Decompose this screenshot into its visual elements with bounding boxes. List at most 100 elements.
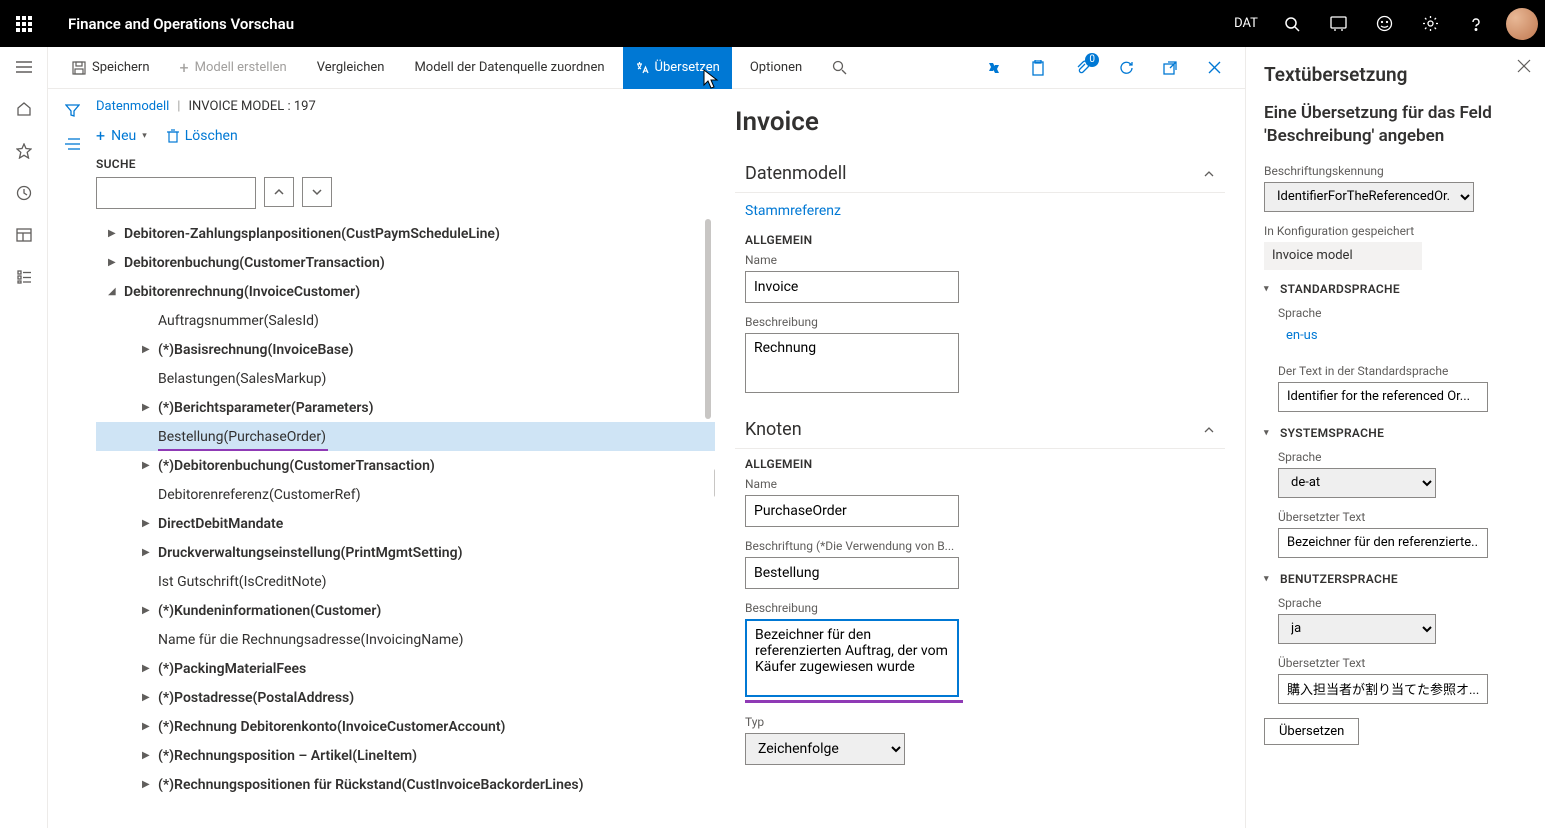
tree-node[interactable]: Bestellung(PurchaseOrder) (96, 422, 715, 451)
app-launcher-icon[interactable] (0, 0, 48, 47)
user-lang-select[interactable]: ja (1278, 614, 1436, 644)
search-next-button[interactable] (302, 177, 332, 207)
tree-node[interactable]: ▶(*)Rechnungsposition – Artikel(LineItem… (96, 741, 715, 770)
new-model-button[interactable]: +Modell erstellen (168, 47, 299, 89)
tree-node[interactable]: Belastungen(SalesMarkup) (96, 364, 715, 393)
attachments-icon[interactable]: 0 (1063, 47, 1101, 89)
section-node-header[interactable]: Knoten (735, 411, 1225, 449)
tree-node[interactable]: ▶DirectDebitMandate (96, 509, 715, 538)
clipboard-icon[interactable] (1019, 47, 1057, 89)
tree-twisty-icon[interactable]: ▶ (142, 547, 158, 558)
workspaces-icon[interactable] (14, 225, 34, 245)
tree-twisty-icon[interactable]: ▶ (142, 460, 158, 471)
tree-node[interactable]: ◢Debitorenrechnung(InvoiceCustomer) (96, 277, 715, 306)
node-desc-input[interactable]: Bezeichner für den referenzierten Auftra… (745, 619, 959, 697)
tree-node-label: (*)Kundeninformationen(Customer) (158, 603, 381, 619)
feedback-icon[interactable] (1361, 0, 1407, 47)
tree-twisty-icon[interactable]: ▶ (108, 228, 124, 239)
chat-icon[interactable] (1315, 0, 1361, 47)
label-id-select[interactable]: IdentifierForTheReferencedOr... (1264, 182, 1474, 212)
node-name-input[interactable] (745, 495, 959, 527)
user-avatar[interactable] (1499, 0, 1545, 47)
options-button[interactable]: Optionen (738, 47, 814, 89)
splitter-grip[interactable] (714, 469, 715, 497)
translate-label: Übersetzen (655, 60, 720, 75)
tree-node[interactable]: ▶(*)Kundeninformationen(Customer) (96, 596, 715, 625)
panel-close-icon[interactable] (1517, 59, 1531, 73)
assign-datasource-button[interactable]: Modell der Datenquelle zuordnen (402, 47, 616, 89)
system-lang-select[interactable]: de-at (1278, 468, 1436, 498)
tree-twisty-icon[interactable]: ▶ (142, 605, 158, 616)
tree-node[interactable]: ▶(*)PackingMaterialFees (96, 654, 715, 683)
copilot-icon[interactable] (975, 47, 1013, 89)
options-label: Optionen (750, 60, 802, 75)
tree-node[interactable]: ▶Debitorenbuchung(CustomerTransaction) (96, 248, 715, 277)
help-icon[interactable] (1453, 0, 1499, 47)
tree-twisty-icon[interactable]: ▶ (142, 344, 158, 355)
tree-node[interactable]: ▶(*)Rechnungspositionen für Rückstand(Cu… (96, 770, 715, 799)
user-text-input[interactable] (1278, 674, 1488, 704)
breadcrumb-root[interactable]: Datenmodell (96, 99, 169, 114)
tree-twisty-icon[interactable]: ▶ (142, 518, 158, 529)
close-icon[interactable] (1195, 47, 1233, 89)
tree-node[interactable]: ▶Debitoren-Zahlungsplanpositionen(CustPa… (96, 219, 715, 248)
search-input[interactable] (96, 177, 256, 209)
tree-twisty-icon[interactable]: ▶ (142, 402, 158, 413)
search-icon[interactable] (1269, 0, 1315, 47)
home-icon[interactable] (14, 99, 34, 119)
tree-twisty-icon[interactable]: ▶ (142, 663, 158, 674)
popout-icon[interactable] (1151, 47, 1189, 89)
new-button[interactable]: +Neu▾ (96, 126, 147, 145)
dm-name-input[interactable] (745, 271, 959, 303)
find-icon[interactable] (820, 47, 858, 89)
search-prev-button[interactable] (264, 177, 294, 207)
user-lang-label: Sprache (1278, 596, 1527, 610)
tree-node-label: (*)Basisrechnung(InvoiceBase) (158, 342, 354, 358)
hamburger-icon[interactable] (14, 57, 34, 77)
tree-node[interactable]: Name für die Rechnungsadresse(InvoicingN… (96, 625, 715, 654)
compare-button[interactable]: Vergleichen (305, 47, 397, 89)
tree-node[interactable]: ▶(*)Berichtsparameter(Parameters) (96, 393, 715, 422)
user-lang-section[interactable]: BENUTZERSPRACHE (1264, 572, 1527, 586)
favorites-icon[interactable] (14, 141, 34, 161)
tree-twisty-icon[interactable]: ◢ (108, 286, 124, 297)
translate-button[interactable]: Übersetzen (623, 47, 732, 89)
root-reference-link[interactable]: Stammreferenz (735, 193, 1225, 225)
tree-scrollbar[interactable] (705, 219, 711, 419)
section-datamodel-header[interactable]: Datenmodell (735, 155, 1225, 193)
default-lang-section[interactable]: STANDARDSPRACHE (1264, 282, 1527, 296)
tree-twisty-icon[interactable]: ▶ (108, 257, 124, 268)
tree-twisty-icon[interactable]: ▶ (142, 692, 158, 703)
system-text-input[interactable] (1278, 528, 1488, 558)
default-text-input[interactable] (1278, 382, 1488, 412)
translate-submit-button[interactable]: Übersetzen (1264, 718, 1359, 745)
gear-icon[interactable] (1407, 0, 1453, 47)
funnel-icon[interactable] (65, 103, 80, 118)
system-lang-section[interactable]: SYSTEMSPRACHE (1264, 426, 1527, 440)
tree-node[interactable]: ▶(*)Rechnung Debitorenkonto(InvoiceCusto… (96, 712, 715, 741)
default-lang-value[interactable]: en-us (1278, 324, 1436, 352)
recent-icon[interactable] (14, 183, 34, 203)
tree-node-label: Name für die Rechnungsadresse(InvoicingN… (158, 632, 463, 648)
modules-icon[interactable] (14, 267, 34, 287)
refresh-icon[interactable] (1107, 47, 1145, 89)
stored-config-label: In Konfiguration gespeichert (1264, 224, 1527, 238)
tree-node[interactable]: ▶(*)Postadresse(PostalAddress) (96, 683, 715, 712)
tree-twisty-icon[interactable]: ▶ (142, 721, 158, 732)
tree-node-label: Debitorenbuchung(CustomerTransaction) (124, 255, 385, 271)
tree-node[interactable]: ▶(*)Basisrechnung(InvoiceBase) (96, 335, 715, 364)
tree-node[interactable]: Debitorenreferenz(CustomerRef) (96, 480, 715, 509)
tree-node[interactable]: ▶Druckverwaltungseinstellung(PrintMgmtSe… (96, 538, 715, 567)
delete-button[interactable]: Löschen (167, 128, 238, 144)
tree-twisty-icon[interactable]: ▶ (142, 779, 158, 790)
tree-twisty-icon[interactable]: ▶ (142, 750, 158, 761)
list-icon[interactable] (65, 138, 80, 150)
save-button[interactable]: Speichern (60, 47, 162, 89)
node-caption-input[interactable] (745, 557, 959, 589)
dm-desc-input[interactable]: Rechnung (745, 333, 959, 393)
legal-entity[interactable]: DAT (1223, 0, 1269, 47)
tree-node[interactable]: Ist Gutschrift(IsCreditNote) (96, 567, 715, 596)
node-type-select[interactable]: Zeichenfolge (745, 733, 905, 765)
tree-node[interactable]: ▶(*)Debitorenbuchung(CustomerTransaction… (96, 451, 715, 480)
tree-node[interactable]: Auftragsnummer(SalesId) (96, 306, 715, 335)
